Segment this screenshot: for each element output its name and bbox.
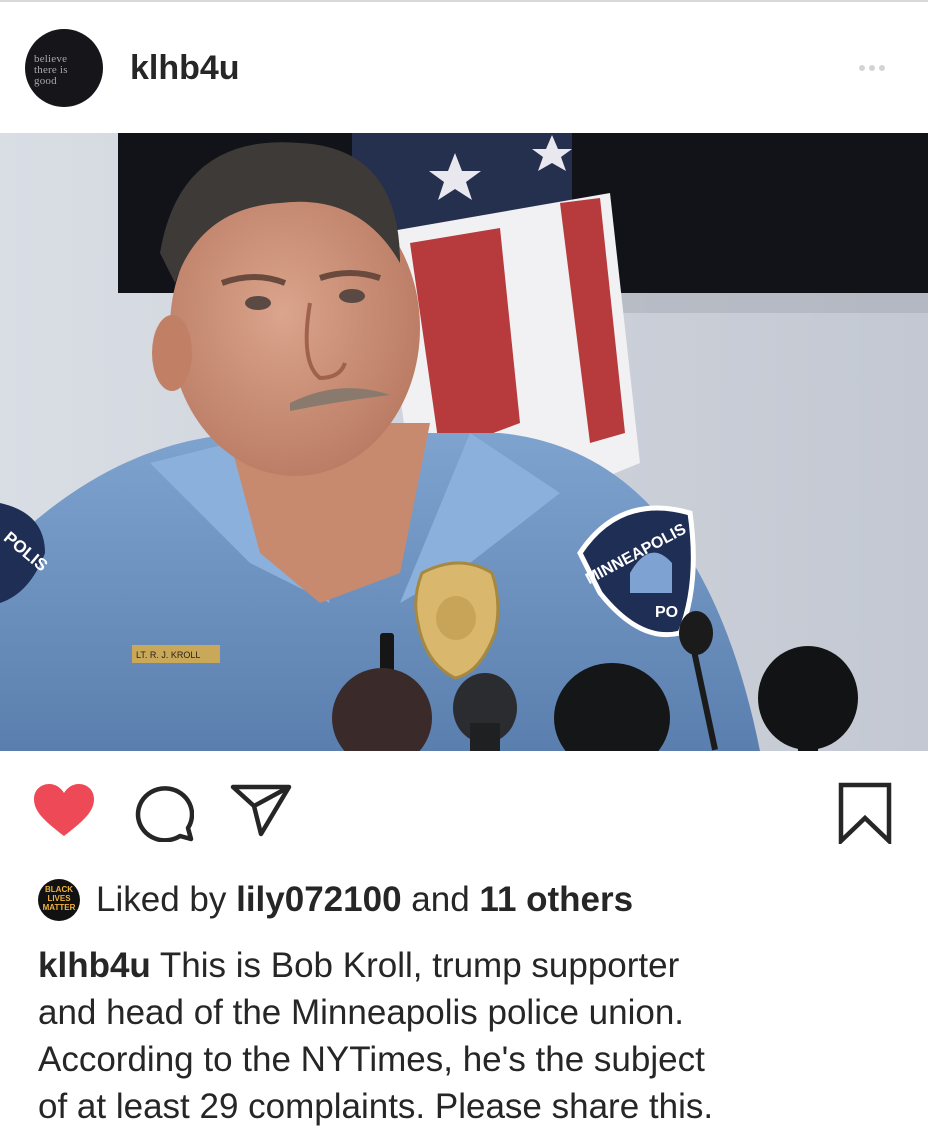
post-photo-illustration: POLIS MINNEAPOLIS PO LT. R. J. KROLL [0,133,928,751]
post-action-bar [0,752,928,872]
likes-connector: and [411,880,470,919]
likes-text: Liked by lily072100 and 11 others [96,878,633,922]
heart-filled-icon[interactable] [33,784,95,838]
more-dot-icon [879,65,885,71]
caption-username-link[interactable]: klhb4u [38,946,151,985]
post-header: believe there is good klhb4u [0,2,928,133]
right-patch-bottom-text: PO [655,604,678,621]
caption-line: klhb4u This is Bob Kroll, trump supporte… [38,946,680,985]
post-caption: klhb4u This is Bob Kroll, trump supporte… [38,942,908,1130]
likes-others-link[interactable]: 11 others [479,880,633,919]
liker-avatar-text: BLACK LIVES MATTER [42,885,76,912]
comment-icon[interactable] [134,782,194,842]
caption-line: and head of the Minneapolis police union… [38,993,685,1032]
likes-prefix: Liked by [96,880,227,919]
bookmark-icon[interactable] [838,782,892,844]
avatar-logo-text: believe there is good [34,53,68,87]
liker-username-link[interactable]: lily072100 [236,880,401,919]
post-photo[interactable]: POLIS MINNEAPOLIS PO LT. R. J. KROLL [0,133,928,751]
profile-avatar[interactable]: believe there is good [25,29,103,107]
likes-row: BLACK LIVES MATTER Liked by lily072100 a… [38,877,633,923]
post-username[interactable]: klhb4u [130,48,240,88]
more-options-button[interactable] [848,58,896,78]
more-dot-icon [859,65,865,71]
more-dot-icon [869,65,875,71]
caption-line: According to the NYTimes, he's the subje… [38,1040,705,1079]
caption-line: of at least 29 complaints. Please share … [38,1087,714,1126]
name-tag-text: LT. R. J. KROLL [136,650,200,660]
liker-avatar[interactable]: BLACK LIVES MATTER [38,879,80,921]
paper-plane-icon[interactable] [230,782,292,838]
